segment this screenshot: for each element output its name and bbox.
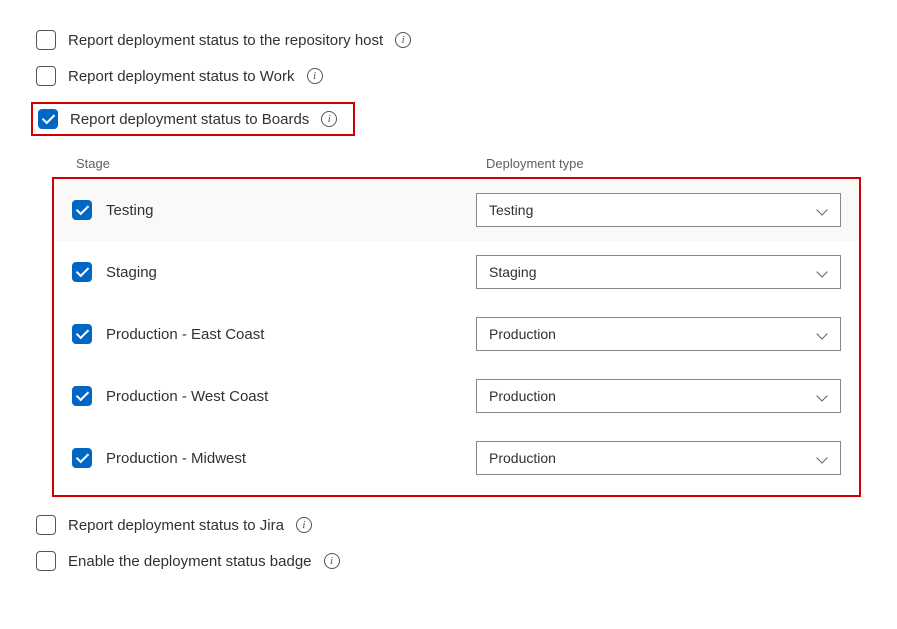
- dropdown-deployment-type[interactable]: Production: [476, 441, 841, 475]
- checkbox-stage[interactable]: [72, 200, 92, 220]
- stage-row: Production - West Coast Production: [54, 365, 859, 427]
- chevron-down-icon: [816, 452, 828, 464]
- stage-table-header: Stage Deployment type: [52, 156, 861, 177]
- info-icon[interactable]: i: [395, 32, 411, 48]
- option-jira: Report deployment status to Jira i: [36, 515, 861, 535]
- stage-row: Production - East Coast Production: [54, 303, 859, 365]
- header-type: Deployment type: [486, 156, 584, 171]
- dropdown-value: Production: [489, 388, 556, 404]
- chevron-down-icon: [816, 328, 828, 340]
- option-work: Report deployment status to Work i: [36, 66, 861, 86]
- checkbox-boards[interactable]: [38, 109, 58, 129]
- stage-name: Testing: [106, 202, 462, 219]
- dropdown-value: Production: [489, 326, 556, 342]
- checkbox-stage[interactable]: [72, 448, 92, 468]
- dropdown-deployment-type[interactable]: Production: [476, 379, 841, 413]
- stage-row: Production - Midwest Production: [54, 427, 859, 489]
- chevron-down-icon: [816, 390, 828, 402]
- label-work: Report deployment status to Work: [68, 68, 295, 85]
- chevron-down-icon: [816, 204, 828, 216]
- stage-name: Staging: [106, 264, 462, 281]
- dropdown-value: Production: [489, 450, 556, 466]
- checkbox-repo-host[interactable]: [36, 30, 56, 50]
- label-badge: Enable the deployment status badge: [68, 553, 312, 570]
- chevron-down-icon: [816, 266, 828, 278]
- stage-row: Staging Staging: [54, 241, 859, 303]
- checkbox-stage[interactable]: [72, 262, 92, 282]
- dropdown-value: Staging: [489, 264, 536, 280]
- dropdown-deployment-type[interactable]: Production: [476, 317, 841, 351]
- checkbox-stage[interactable]: [72, 324, 92, 344]
- info-icon[interactable]: i: [307, 68, 323, 84]
- highlight-boards: Report deployment status to Boards i: [31, 102, 355, 136]
- label-repo-host: Report deployment status to the reposito…: [68, 32, 383, 49]
- option-badge: Enable the deployment status badge i: [36, 551, 861, 571]
- stage-name: Production - East Coast: [106, 326, 462, 343]
- header-stage: Stage: [76, 156, 486, 171]
- info-icon[interactable]: i: [321, 111, 337, 127]
- stage-name: Production - Midwest: [106, 450, 462, 467]
- checkbox-jira[interactable]: [36, 515, 56, 535]
- dropdown-deployment-type[interactable]: Testing: [476, 193, 841, 227]
- option-boards: Report deployment status to Boards i: [36, 102, 861, 146]
- checkbox-badge[interactable]: [36, 551, 56, 571]
- checkbox-stage[interactable]: [72, 386, 92, 406]
- option-repo-host: Report deployment status to the reposito…: [36, 30, 861, 50]
- info-icon[interactable]: i: [324, 553, 340, 569]
- highlight-stages: Testing Testing Staging Staging Producti…: [52, 177, 861, 497]
- stage-name: Production - West Coast: [106, 388, 462, 405]
- label-jira: Report deployment status to Jira: [68, 517, 284, 534]
- dropdown-value: Testing: [489, 202, 533, 218]
- label-boards: Report deployment status to Boards: [70, 111, 309, 128]
- checkbox-work[interactable]: [36, 66, 56, 86]
- stage-row: Testing Testing: [54, 179, 859, 241]
- info-icon[interactable]: i: [296, 517, 312, 533]
- dropdown-deployment-type[interactable]: Staging: [476, 255, 841, 289]
